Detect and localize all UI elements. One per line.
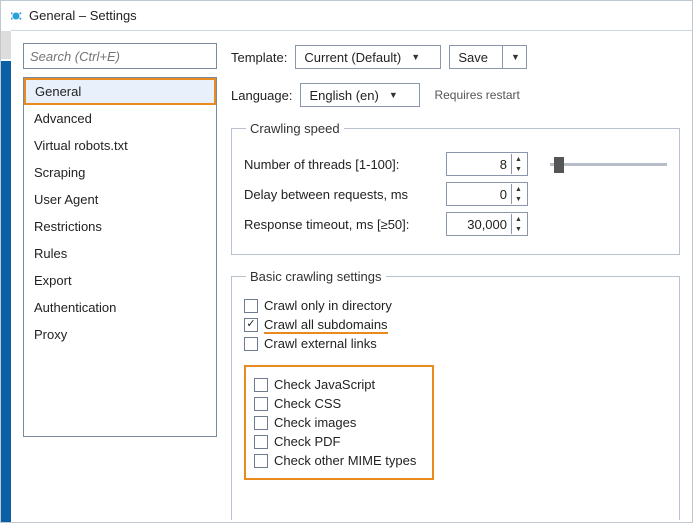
language-select-value: English (en) <box>309 88 378 103</box>
template-select[interactable]: Current (Default) ▼ <box>295 45 441 69</box>
sidebar-item-label: Rules <box>34 246 67 261</box>
crawling-speed-legend: Crawling speed <box>246 121 344 136</box>
template-select-value: Current (Default) <box>304 50 401 65</box>
spinner-down-icon[interactable]: ▼ <box>511 164 525 174</box>
app-icon <box>9 9 23 23</box>
check-images-label: Check images <box>274 415 356 430</box>
check-js-checkbox[interactable] <box>254 378 268 392</box>
requires-restart-label: Requires restart <box>434 88 519 102</box>
spinner-down-icon[interactable]: ▼ <box>511 224 525 234</box>
check-pdf-checkbox[interactable] <box>254 435 268 449</box>
language-label: Language: <box>231 88 292 103</box>
chevron-down-icon: ▼ <box>389 90 398 100</box>
threads-label: Number of threads [1-100]: <box>244 157 434 172</box>
nav-list: General Advanced Virtual robots.txt Scra… <box>23 77 217 437</box>
crawling-speed-group: Crawling speed Number of threads [1-100]… <box>231 121 680 255</box>
slider-track <box>550 163 667 166</box>
sidebar-item-virtual-robots[interactable]: Virtual robots.txt <box>24 132 216 159</box>
crawl-subdomains-checkbox[interactable]: ✓ <box>244 318 258 332</box>
sidebar-item-label: User Agent <box>34 192 98 207</box>
spinner-up-icon[interactable]: ▲ <box>511 214 525 224</box>
window-title: General – Settings <box>29 8 137 23</box>
save-button[interactable]: Save ▼ <box>449 45 527 69</box>
sidebar: General Advanced Virtual robots.txt Scra… <box>23 43 217 510</box>
spinner-up-icon[interactable]: ▲ <box>511 154 525 164</box>
sidebar-item-proxy[interactable]: Proxy <box>24 321 216 348</box>
timeout-label: Response timeout, ms [≥50]: <box>244 217 434 232</box>
dock-tab-blue[interactable] <box>1 61 11 522</box>
sidebar-item-export[interactable]: Export <box>24 267 216 294</box>
chevron-down-icon: ▼ <box>511 52 520 62</box>
chevron-down-icon: ▼ <box>411 52 420 62</box>
sidebar-item-scraping[interactable]: Scraping <box>24 159 216 186</box>
template-label: Template: <box>231 50 287 65</box>
save-button-label: Save <box>458 50 488 65</box>
delay-value: 0 <box>447 187 511 202</box>
search-input[interactable] <box>30 49 210 64</box>
search-input-wrap[interactable] <box>23 43 217 69</box>
delay-input[interactable]: 0 ▲▼ <box>446 182 528 206</box>
sidebar-item-label: General <box>35 84 81 99</box>
check-images-checkbox[interactable] <box>254 416 268 430</box>
docked-tab-strip <box>1 1 11 522</box>
title-bar: General – Settings <box>1 1 692 31</box>
sidebar-item-general[interactable]: General <box>24 78 216 105</box>
sidebar-item-label: Proxy <box>34 327 67 342</box>
crawl-directory-label: Crawl only in directory <box>264 298 392 313</box>
timeout-input[interactable]: 30,000 ▲▼ <box>446 212 528 236</box>
basic-crawling-group: Basic crawling settings Crawl only in di… <box>231 269 680 520</box>
basic-crawling-legend: Basic crawling settings <box>246 269 386 284</box>
language-select[interactable]: English (en) ▼ <box>300 83 420 107</box>
sidebar-item-label: Restrictions <box>34 219 102 234</box>
check-mime-checkbox[interactable] <box>254 454 268 468</box>
slider-thumb[interactable] <box>554 157 564 173</box>
check-js-label: Check JavaScript <box>274 377 375 392</box>
sidebar-item-authentication[interactable]: Authentication <box>24 294 216 321</box>
sidebar-item-restrictions[interactable]: Restrictions <box>24 213 216 240</box>
check-css-checkbox[interactable] <box>254 397 268 411</box>
crawl-subdomains-label: Crawl all subdomains <box>264 317 388 332</box>
sidebar-item-label: Advanced <box>34 111 92 126</box>
crawl-external-label: Crawl external links <box>264 336 377 351</box>
sidebar-item-advanced[interactable]: Advanced <box>24 105 216 132</box>
timeout-value: 30,000 <box>447 217 511 232</box>
main-panel: Template: Current (Default) ▼ Save ▼ Lan… <box>231 43 680 510</box>
delay-label: Delay between requests, ms <box>244 187 434 202</box>
spinner-down-icon[interactable]: ▼ <box>511 194 525 204</box>
threads-input[interactable]: 8 ▲▼ <box>446 152 528 176</box>
threads-value: 8 <box>447 157 511 172</box>
check-css-label: Check CSS <box>274 396 341 411</box>
check-pdf-label: Check PDF <box>274 434 340 449</box>
threads-slider[interactable] <box>550 154 667 174</box>
sidebar-item-label: Scraping <box>34 165 85 180</box>
sidebar-item-rules[interactable]: Rules <box>24 240 216 267</box>
sidebar-item-label: Export <box>34 273 72 288</box>
sidebar-item-user-agent[interactable]: User Agent <box>24 186 216 213</box>
check-mime-label: Check other MIME types <box>274 453 416 468</box>
crawl-directory-checkbox[interactable] <box>244 299 258 313</box>
sidebar-item-label: Virtual robots.txt <box>34 138 128 153</box>
check-types-highlight: Check JavaScript Check CSS Check images … <box>244 365 434 480</box>
sidebar-item-label: Authentication <box>34 300 116 315</box>
crawl-external-checkbox[interactable] <box>244 337 258 351</box>
dock-tab-gray[interactable] <box>1 31 11 59</box>
spinner-up-icon[interactable]: ▲ <box>511 184 525 194</box>
